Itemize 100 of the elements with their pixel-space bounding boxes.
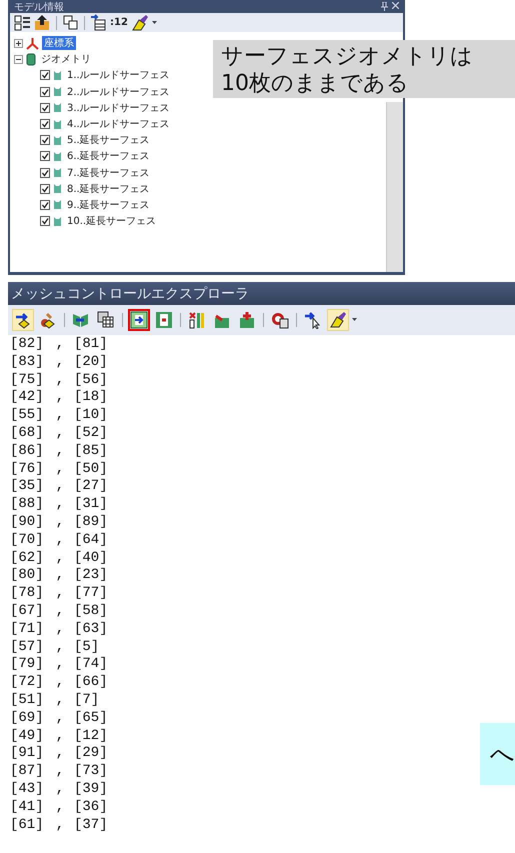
list-value: [79] — [10, 656, 45, 674]
list-value: [37] — [74, 816, 108, 834]
cylinder-icon — [26, 52, 36, 66]
toolbar-button[interactable] — [128, 309, 150, 331]
list-value: [82] — [10, 336, 45, 354]
list-value: [55] — [10, 407, 45, 425]
surface-icon — [53, 134, 62, 146]
list-value: [76] — [10, 460, 45, 478]
list-value: [56] — [74, 372, 108, 390]
caret-icon[interactable] — [152, 20, 157, 24]
tree-item[interactable]: 6..延長サーフェス — [65, 149, 152, 164]
checkbox[interactable] — [40, 216, 50, 226]
checkbox[interactable] — [40, 184, 50, 194]
list-value: [5] — [74, 638, 100, 656]
surface-icon — [53, 199, 62, 210]
list-separator: , — [54, 692, 66, 710]
callout-text: 10枚のままである — [221, 70, 409, 97]
note-text: へ — [490, 739, 515, 770]
list-separator: , — [54, 478, 66, 496]
list-separator: , — [54, 656, 66, 674]
surface-icon — [53, 70, 62, 81]
checkbox[interactable] — [40, 86, 50, 97]
surface-icon — [53, 118, 62, 130]
list-value: [49] — [10, 728, 45, 746]
list-separator: , — [54, 532, 66, 550]
tree-item[interactable]: 4..ルールドサーフェス — [65, 117, 172, 132]
callout-text: サーフェスジオメトリは — [221, 43, 473, 70]
list-value: [12] — [74, 728, 108, 746]
list-value: [68] — [10, 424, 45, 443]
checkbox[interactable] — [40, 135, 50, 146]
list-value: [31] — [74, 496, 108, 514]
list-value: [51] — [10, 692, 45, 710]
list-value: [67] — [10, 602, 45, 621]
list-value: [70] — [10, 532, 45, 550]
list-value: [73] — [74, 763, 108, 781]
tree-item[interactable]: 9..延長サーフェス — [65, 198, 152, 212]
list-separator: , — [54, 674, 66, 692]
checkbox[interactable] — [40, 119, 50, 130]
checkbox[interactable] — [40, 151, 50, 162]
tree-item[interactable]: 7..延長サーフェス — [65, 166, 152, 180]
checkbox[interactable] — [40, 102, 50, 113]
tree-item[interactable]: 5..延長サーフェス — [65, 133, 152, 148]
list-separator: , — [54, 780, 66, 799]
tree-item[interactable]: 3..ルールドサーフェス — [65, 100, 172, 115]
surface-icon — [53, 150, 62, 162]
list-value: [71] — [10, 620, 45, 639]
tree-item[interactable]: 座標系 — [42, 36, 76, 50]
list-separator: , — [54, 550, 66, 568]
panel-title: モデル情報 — [14, 0, 64, 14]
list-value: [85] — [74, 442, 108, 461]
tree-item[interactable]: ジオメトリ — [39, 52, 93, 66]
surface-icon — [53, 167, 62, 178]
surface-icon — [53, 216, 62, 227]
list-value: [63] — [74, 620, 108, 639]
list-separator: , — [54, 496, 66, 514]
surface-icon — [53, 102, 62, 114]
checkbox[interactable] — [40, 200, 50, 210]
list-separator: , — [54, 638, 66, 656]
list-value: [87] — [10, 763, 45, 781]
list-value: [20] — [74, 354, 108, 372]
tree-item[interactable]: 1..ルールドサーフェス — [65, 68, 172, 82]
toolbar-icon[interactable] — [90, 14, 107, 31]
collapse-toggle[interactable] — [14, 54, 23, 64]
list-separator: , — [54, 816, 66, 834]
brush-icon[interactable] — [130, 14, 149, 31]
checkbox[interactable] — [40, 168, 50, 178]
list-value: [64] — [74, 532, 108, 550]
axes-icon — [26, 36, 39, 50]
list-separator: , — [54, 514, 66, 532]
list-value: [40] — [74, 550, 108, 568]
list-value: [50] — [74, 460, 108, 478]
list-value: [69] — [10, 710, 45, 728]
checkbox[interactable] — [40, 70, 50, 80]
toolbar-icon[interactable] — [62, 14, 79, 31]
list-value: [43] — [10, 780, 45, 799]
tree-item[interactable]: 2..ルールドサーフェス — [65, 84, 172, 99]
surface-icon — [53, 86, 62, 98]
close-icon[interactable] — [392, 2, 399, 9]
list-value: [58] — [74, 602, 108, 621]
list-value: [39] — [74, 780, 108, 799]
list-value: [75] — [10, 372, 45, 390]
list-value: [80] — [10, 567, 45, 586]
pin-icon[interactable] — [381, 2, 388, 11]
panel-title: メッシュコントロールエクスプローラ — [11, 284, 249, 302]
toolbar-icon[interactable] — [14, 14, 31, 31]
scrollbar[interactable] — [386, 102, 403, 272]
toolbar-button[interactable] — [153, 309, 175, 331]
tree-item[interactable]: 8..延長サーフェス — [65, 182, 152, 196]
list-value: [86] — [10, 442, 45, 461]
list-separator: , — [54, 567, 66, 586]
toolbar-icon[interactable] — [34, 14, 51, 31]
list-value: [74] — [74, 656, 108, 674]
tree-item[interactable]: 10..延長サーフェス — [65, 214, 158, 228]
list-value: [23] — [74, 567, 108, 586]
list-value: [88] — [10, 496, 45, 514]
list-value: [65] — [74, 710, 108, 728]
expand-toggle[interactable] — [14, 38, 23, 48]
caret-icon[interactable] — [352, 318, 357, 322]
list-value: [90] — [10, 514, 45, 532]
list-value: [72] — [10, 674, 45, 692]
